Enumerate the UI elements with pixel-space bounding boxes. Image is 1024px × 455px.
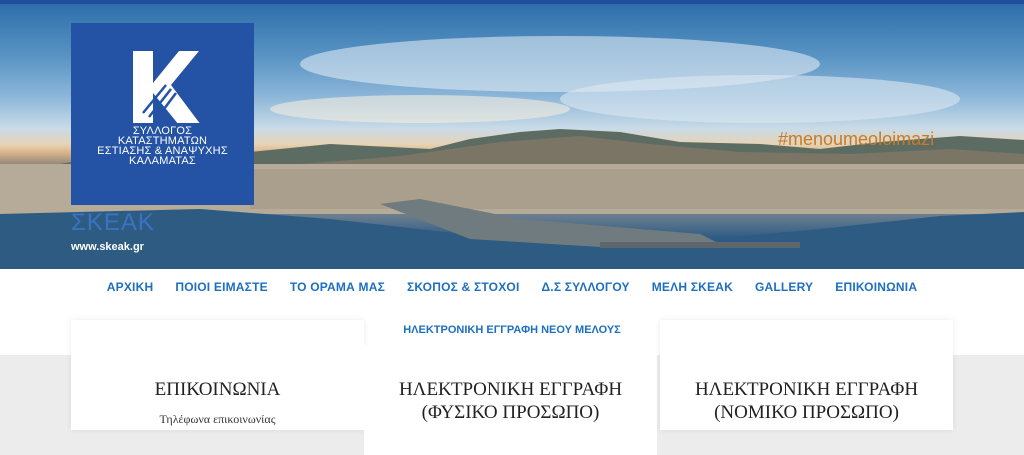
association-logo[interactable]: ΣΥΛΛΟΓΟΣ ΚΑΤΑΣΤΗΜΑΤΩΝ ΕΣΤΙΑΣΗΣ & ΑΝΑΨΥΧΗ… [71, 23, 254, 205]
nav-item-board[interactable]: Δ.Σ ΣΥΛΛΟΓΟΥ [530, 280, 640, 294]
registration-legal-entity-card[interactable]: ΗΛΕΚΤΡΟΝΙΚΗ ΕΓΓΡΑΦΗ (ΝΟΜΙΚΟ ΠΡΟΣΩΠΟ) [660, 320, 953, 430]
nav-item-gallery[interactable]: GALLERY [744, 280, 824, 294]
nav-item-members[interactable]: ΜΕΛΗ ΣΚΕΑΚ [641, 280, 744, 294]
contact-card: ΕΠΙΚΟΙΝΩΝΙΑ Τηλέφωνα επικοινωνίας [71, 320, 364, 430]
nav-item-about[interactable]: ΠΟΙΟΙ ΕΙΜΑΣΤΕ [164, 280, 278, 294]
site-url: www.skeak.gr [71, 241, 144, 253]
card-title: ΗΛΕΚΤΡΟΝΙΚΗ ΕΓΓΡΑΦΗ [398, 379, 623, 400]
nav-item-goals[interactable]: ΣΚΟΠΟΣ & ΣΤΟΧΟΙ [396, 280, 531, 294]
hashtag-text: #menoumeoloimazi [778, 129, 935, 149]
logo-k-fork-icon [133, 51, 200, 123]
card-subtitle: (ΝΟΜΙΚΟ ΠΡΟΣΩΠΟ) [714, 402, 899, 423]
registration-individual-card[interactable]: ΗΛΕΚΤΡΟΝΙΚΗ ΕΓΓΡΑΦΗ (ΦΥΣΙΚΟ ΠΡΟΣΩΠΟ) [364, 345, 657, 455]
card-title: ΕΠΙΚΟΙΝΩΝΙΑ [154, 379, 281, 400]
logo-line: ΚΑΛΑΜΑΤΑΣ [129, 155, 196, 167]
nav-item-contact[interactable]: ΕΠΙΚΟΙΝΩΝΙΑ [824, 280, 928, 294]
site-name[interactable]: ΣΚΕΑΚ [71, 209, 155, 237]
nav-item-home[interactable]: ΑΡΧΙΚΗ [96, 280, 165, 294]
card-subtitle: (ΦΥΣΙΚΟ ΠΡΟΣΩΠΟ) [421, 402, 600, 423]
hero-banner: ΣΥΛΛΟΓΟΣ ΚΑΤΑΣΤΗΜΑΤΩΝ ΕΣΤΙΑΣΗΣ & ΑΝΑΨΥΧΗ… [0, 4, 1024, 269]
nav-item-vision[interactable]: ΤΟ ΟΡΑΜΑ ΜΑΣ [279, 280, 396, 294]
card-text: Τηλέφωνα επικοινωνίας [159, 412, 276, 426]
card-title: ΗΛΕΚΤΡΟΝΙΚΗ ΕΓΓΡΑΦΗ [694, 379, 919, 400]
logo-caption: ΣΥΛΛΟΓΟΣ ΚΑΤΑΣΤΗΜΑΤΩΝ ΕΣΤΙΑΣΗΣ & ΑΝΑΨΥΧΗ… [71, 126, 254, 167]
